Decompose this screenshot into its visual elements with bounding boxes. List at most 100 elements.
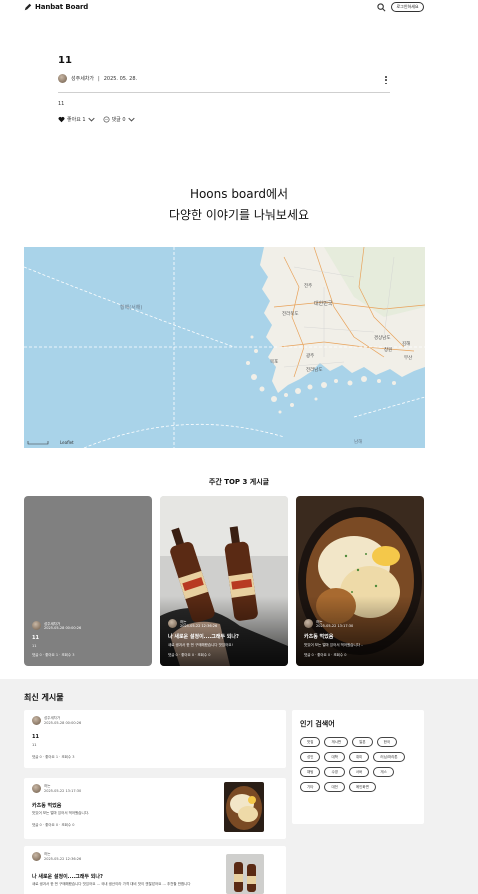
tag-chip[interactable]: 수영	[324, 767, 345, 777]
map-label-jeonju: 전주	[304, 282, 312, 289]
card-excerpt: 맛있어 보는 얼마 있어서 먹어봤습니다 ..	[304, 643, 364, 647]
chevron-down-icon	[127, 117, 135, 122]
search-icon[interactable]	[377, 3, 386, 12]
comment-label: 댓글 0	[111, 117, 126, 123]
post-author[interactable]: 성주세차가	[71, 75, 94, 82]
header: Hanbat Board 로그인하세요	[0, 0, 478, 16]
card-date: 2025-05-28 00:00:26	[44, 625, 82, 630]
pencil-icon	[24, 3, 32, 11]
list-item-date: 2025-05-28 00:00:26	[44, 721, 82, 725]
card-title: 11	[32, 635, 39, 641]
divider	[58, 92, 390, 93]
tag-chip[interactable]: 게스	[373, 767, 394, 777]
list-item-thumbnail	[224, 782, 264, 832]
list-item-excerpt: 11	[32, 743, 37, 747]
map-label-jeonnam: 전라남도	[306, 366, 323, 373]
list-item-excerpt: 새로 생겨서 한 번 구매해봤습니다 맛있어요 ... 국내 생산이라 가격 대…	[32, 882, 191, 886]
card-excerpt: 11	[32, 644, 37, 648]
tag-list: 맛집 게시판 일본 한국 성인 대학 취미 러닝/마라톤 채팅 수영 서버 게스…	[300, 737, 418, 792]
tag-chip[interactable]: 대학	[324, 752, 345, 762]
map-label-jeonbuk: 전라북도	[282, 310, 299, 317]
card-date: 2025-05-22 12:36:26	[180, 623, 218, 628]
top-post-card[interactable]: 하는 2025-05-22 13:17:30 카츠동 먹었음 맛있어 보는 얼마…	[296, 496, 424, 666]
map-label-gimhae: 김해	[402, 340, 410, 347]
list-item-date: 2025-05-22 12:36:26	[44, 857, 82, 861]
more-options-button[interactable]	[384, 76, 388, 84]
list-item-thumbnail	[226, 854, 264, 894]
map-label-gyeongnam: 경상남도	[374, 334, 391, 341]
comment-button[interactable]: 댓글 0	[103, 116, 135, 123]
card-info: 성주세차가 2025-05-28 00:00:26 11 11 댓글 0 · 좋…	[32, 621, 146, 658]
heart-icon	[58, 116, 65, 123]
avatar[interactable]	[58, 74, 67, 83]
list-item-author: 하는 2025-05-22 13:17:30	[32, 784, 81, 794]
list-item-meta: 댓글 0 · 좋아요 1 · 조회수 3	[32, 755, 75, 759]
avatar	[168, 619, 177, 628]
list-item-author: 하는 2025-05-22 12:36:26	[32, 852, 81, 862]
reaction-row: 좋아요 1 댓글 0	[58, 116, 135, 123]
list-item-meta: 댓글 0 · 좋아요 0 · 조회수 0	[32, 823, 75, 827]
list-item[interactable]: 성주세차가 2025-05-28 00:00:26 11 11 댓글 0 · 좋…	[24, 710, 286, 768]
map-label-gwangju: 광주	[306, 352, 314, 359]
post-title: 11	[58, 55, 72, 66]
list-item-author: 성주세차가 2025-05-28 00:00:26	[32, 716, 81, 726]
card-author: 성주세차가 2025-05-28 00:00:26	[32, 621, 146, 630]
tag-chip[interactable]: 게시판	[324, 737, 349, 747]
card-author: 하는 2025-05-22 13:17:30	[304, 619, 418, 628]
top-post-card[interactable]: 성주세차가 2025-05-28 00:00:26 11 11 댓글 0 · 좋…	[24, 496, 152, 666]
avatar	[304, 619, 313, 628]
like-label: 좋아요 1	[67, 117, 86, 123]
card-meta: 댓글 0 · 좋아요 0 · 조회수 0	[304, 653, 347, 657]
login-button[interactable]: 로그인하세요	[391, 2, 424, 12]
map-label-changwon: 창원	[384, 346, 392, 353]
list-item-title: 카츠동 먹었음	[32, 803, 62, 809]
avatar	[32, 621, 41, 630]
map[interactable]: 황해(서해) 대한민국 전라북도 경상남도 광주 전라남도 목포 부산 김해 창…	[24, 247, 425, 448]
chevron-down-icon	[87, 117, 95, 122]
map-label-busan: 부산	[404, 354, 412, 361]
top-post-card[interactable]: 하는 2025-05-22 12:36:26 나 새로운 설정이....그래두 …	[160, 496, 288, 666]
tag-chip[interactable]: 한국	[376, 737, 398, 747]
tag-chip[interactable]: 러닝/마라톤	[373, 752, 405, 762]
card-info: 하는 2025-05-22 13:17:30 카츠동 먹었음 맛있어 보는 얼마…	[304, 619, 418, 658]
tag-chip[interactable]: 일본	[352, 737, 373, 747]
tag-chip[interactable]: 대전	[324, 782, 345, 792]
post-author-row: 성주세차가 | 2025. 05. 28.	[58, 74, 137, 83]
list-item-title: 나 새로운 설정이....그래두 되나?	[32, 874, 103, 880]
avatar	[32, 852, 41, 861]
tag-chip[interactable]: 성인	[300, 752, 321, 762]
tag-chip[interactable]: 기타	[300, 782, 321, 792]
tag-chip[interactable]: 채팅	[300, 767, 321, 777]
tag-chip[interactable]: 취미	[348, 752, 370, 762]
map-label-mokpo: 목포	[270, 359, 278, 365]
logo[interactable]: Hanbat Board	[24, 3, 88, 11]
map-label-korea: 대한민국	[314, 300, 333, 307]
avatar	[32, 716, 41, 725]
card-excerpt: 새로 생겨서 한 번 구매해봤습니다 맛있어요!	[168, 643, 233, 647]
list-item-title: 11	[32, 734, 39, 740]
map-label-yellow-sea: 황해(서해)	[120, 304, 142, 311]
map-canvas[interactable]: 황해(서해) 대한민국 전라북도 경상남도 광주 전라남도 목포 부산 김해 창…	[24, 247, 425, 448]
tag-chip[interactable]: 서버	[348, 767, 370, 777]
list-item[interactable]: 하는 2025-05-22 12:36:26 나 새로운 설정이....그래두 …	[24, 846, 286, 894]
map-attribution[interactable]: Leaflet	[60, 440, 74, 445]
card-meta: 댓글 0 · 좋아요 0 · 조회수 0	[168, 653, 211, 657]
card-title: 나 새로운 설정이....그래두 되나?	[168, 634, 239, 640]
post-date: 2025. 05. 28.	[103, 75, 138, 82]
hero-section: Hoons board에서 다양한 이야기를 나눠보세요	[0, 185, 478, 223]
post-body: 11	[58, 101, 65, 107]
hero-subtitle: 다양한 이야기를 나눠보세요	[168, 208, 310, 222]
tag-chip[interactable]: 맛집	[300, 737, 321, 747]
top3-title: 주간 TOP 3 게시글	[208, 478, 270, 486]
card-date: 2025-05-22 13:17:30	[316, 623, 354, 628]
list-item[interactable]: 하는 2025-05-22 13:17:30 카츠동 먹었음 맛있어 보는 얼마…	[24, 778, 286, 839]
map-label-namhae: 남해	[354, 438, 362, 445]
comment-icon	[103, 116, 110, 123]
hero-title: Hoons board에서	[189, 187, 289, 201]
tag-chip[interactable]: 메인화면	[348, 782, 376, 792]
latest-title: 최신 게시물	[24, 693, 64, 702]
logo-text: Hanbat Board	[35, 3, 89, 11]
card-meta: 댓글 0 · 좋아요 1 · 조회수 3	[32, 653, 75, 657]
card-author: 하는 2025-05-22 12:36:26	[168, 619, 282, 628]
like-button[interactable]: 좋아요 1	[58, 116, 95, 123]
